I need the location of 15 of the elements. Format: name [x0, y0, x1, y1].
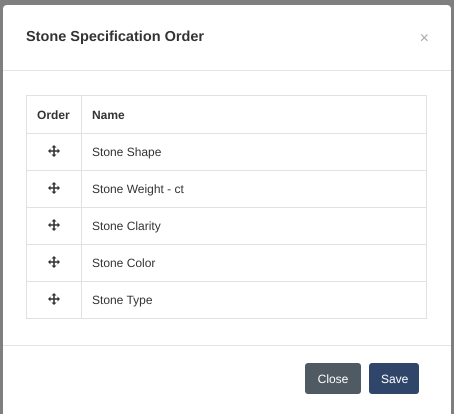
- column-header: Name: [82, 96, 426, 134]
- table-cell: Stone Shape: [82, 134, 426, 170]
- move-icon[interactable]: [48, 182, 60, 194]
- table-cell: Stone Color: [82, 244, 426, 282]
- dialog-title: Stone Specification Order: [26, 29, 204, 45]
- close-button[interactable]: Close: [305, 363, 361, 394]
- move-icon[interactable]: [48, 292, 60, 304]
- save-button[interactable]: Save: [369, 363, 419, 394]
- table-cell: Stone Type: [82, 282, 426, 318]
- table-cell: Stone Clarity: [82, 208, 426, 244]
- table-cell: Stone Weight - ct: [82, 170, 426, 208]
- move-icon[interactable]: [48, 144, 60, 156]
- column-header: Order: [26, 96, 82, 134]
- move-icon[interactable]: [48, 256, 60, 268]
- move-icon[interactable]: [48, 218, 60, 230]
